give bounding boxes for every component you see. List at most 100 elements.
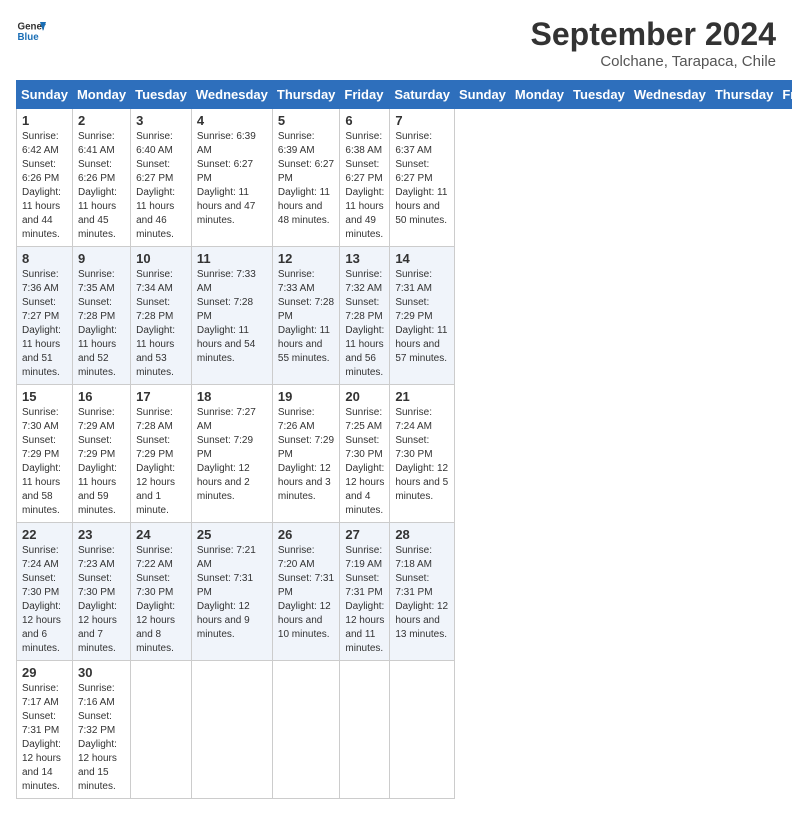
cell-content: Sunrise: 7:25 AM Sunset: 7:30 PM Dayligh… xyxy=(345,406,384,518)
cell-content: Sunrise: 7:20 AM Sunset: 7:31 PM Dayligh… xyxy=(278,544,335,642)
calendar-cell: 29 Sunrise: 7:17 AM Sunset: 7:31 PM Dayl… xyxy=(17,661,73,799)
day-number: 4 xyxy=(197,113,267,128)
cell-content: Sunrise: 6:40 AM Sunset: 6:27 PM Dayligh… xyxy=(136,130,186,242)
day-number: 8 xyxy=(22,251,67,266)
day-number: 29 xyxy=(22,665,67,680)
calendar-cell: 24 Sunrise: 7:22 AM Sunset: 7:30 PM Dayl… xyxy=(131,523,192,661)
day-number: 13 xyxy=(345,251,384,266)
calendar-cell: 22 Sunrise: 7:24 AM Sunset: 7:30 PM Dayl… xyxy=(17,523,73,661)
calendar-cell: 13 Sunrise: 7:32 AM Sunset: 7:28 PM Dayl… xyxy=(340,247,390,385)
day-number: 7 xyxy=(395,113,449,128)
cell-content: Sunrise: 7:34 AM Sunset: 7:28 PM Dayligh… xyxy=(136,268,186,380)
calendar-cell xyxy=(131,661,192,799)
day-number: 18 xyxy=(197,389,267,404)
cell-content: Sunrise: 6:41 AM Sunset: 6:26 PM Dayligh… xyxy=(78,130,125,242)
cell-content: Sunrise: 6:37 AM Sunset: 6:27 PM Dayligh… xyxy=(395,130,449,228)
day-number: 12 xyxy=(278,251,335,266)
col-header-wednesday: Wednesday xyxy=(629,81,710,109)
calendar-cell: 3 Sunrise: 6:40 AM Sunset: 6:27 PM Dayli… xyxy=(131,109,192,247)
cell-content: Sunrise: 7:19 AM Sunset: 7:31 PM Dayligh… xyxy=(345,544,384,656)
calendar-week-4: 22 Sunrise: 7:24 AM Sunset: 7:30 PM Dayl… xyxy=(17,523,792,661)
title-block: September 2024 Colchane, Tarapaca, Chile xyxy=(531,16,776,70)
day-number: 1 xyxy=(22,113,67,128)
col-header-monday: Monday xyxy=(510,81,568,109)
cell-content: Sunrise: 7:23 AM Sunset: 7:30 PM Dayligh… xyxy=(78,544,125,656)
day-number: 17 xyxy=(136,389,186,404)
header-saturday: Saturday xyxy=(390,81,455,109)
cell-content: Sunrise: 6:39 AM Sunset: 6:27 PM Dayligh… xyxy=(197,130,267,228)
day-number: 20 xyxy=(345,389,384,404)
calendar-cell: 18 Sunrise: 7:27 AM Sunset: 7:29 PM Dayl… xyxy=(191,385,272,523)
cell-content: Sunrise: 7:29 AM Sunset: 7:29 PM Dayligh… xyxy=(78,406,125,518)
calendar-cell xyxy=(390,661,455,799)
calendar-cell: 27 Sunrise: 7:19 AM Sunset: 7:31 PM Dayl… xyxy=(340,523,390,661)
cell-content: Sunrise: 7:26 AM Sunset: 7:29 PM Dayligh… xyxy=(278,406,335,504)
day-number: 10 xyxy=(136,251,186,266)
header-thursday: Thursday xyxy=(272,81,340,109)
calendar-cell: 28 Sunrise: 7:18 AM Sunset: 7:31 PM Dayl… xyxy=(390,523,455,661)
calendar-cell: 6 Sunrise: 6:38 AM Sunset: 6:27 PM Dayli… xyxy=(340,109,390,247)
day-number: 22 xyxy=(22,527,67,542)
cell-content: Sunrise: 7:24 AM Sunset: 7:30 PM Dayligh… xyxy=(22,544,67,656)
calendar-cell: 11 Sunrise: 7:33 AM Sunset: 7:28 PM Dayl… xyxy=(191,247,272,385)
day-number: 23 xyxy=(78,527,125,542)
col-header-friday: Friday xyxy=(778,81,792,109)
calendar-cell: 5 Sunrise: 6:39 AM Sunset: 6:27 PM Dayli… xyxy=(272,109,340,247)
calendar-cell xyxy=(340,661,390,799)
cell-content: Sunrise: 7:27 AM Sunset: 7:29 PM Dayligh… xyxy=(197,406,267,504)
day-number: 21 xyxy=(395,389,449,404)
calendar-cell: 16 Sunrise: 7:29 AM Sunset: 7:29 PM Dayl… xyxy=(72,385,130,523)
cell-content: Sunrise: 7:33 AM Sunset: 7:28 PM Dayligh… xyxy=(197,268,267,366)
col-header-tuesday: Tuesday xyxy=(569,81,630,109)
day-number: 5 xyxy=(278,113,335,128)
calendar-cell: 17 Sunrise: 7:28 AM Sunset: 7:29 PM Dayl… xyxy=(131,385,192,523)
calendar-cell: 7 Sunrise: 6:37 AM Sunset: 6:27 PM Dayli… xyxy=(390,109,455,247)
cell-content: Sunrise: 7:36 AM Sunset: 7:27 PM Dayligh… xyxy=(22,268,67,380)
cell-content: Sunrise: 7:28 AM Sunset: 7:29 PM Dayligh… xyxy=(136,406,186,518)
calendar-cell: 9 Sunrise: 7:35 AM Sunset: 7:28 PM Dayli… xyxy=(72,247,130,385)
calendar-cell: 15 Sunrise: 7:30 AM Sunset: 7:29 PM Dayl… xyxy=(17,385,73,523)
day-number: 2 xyxy=(78,113,125,128)
calendar-cell: 12 Sunrise: 7:33 AM Sunset: 7:28 PM Dayl… xyxy=(272,247,340,385)
col-header-sunday: Sunday xyxy=(454,81,510,109)
page-header: General Blue September 2024 Colchane, Ta… xyxy=(16,16,776,70)
header-sunday: Sunday xyxy=(17,81,73,109)
cell-content: Sunrise: 7:32 AM Sunset: 7:28 PM Dayligh… xyxy=(345,268,384,380)
calendar-cell: 20 Sunrise: 7:25 AM Sunset: 7:30 PM Dayl… xyxy=(340,385,390,523)
calendar-week-5: 29 Sunrise: 7:17 AM Sunset: 7:31 PM Dayl… xyxy=(17,661,792,799)
cell-content: Sunrise: 7:16 AM Sunset: 7:32 PM Dayligh… xyxy=(78,682,125,794)
month-title: September 2024 xyxy=(531,16,776,53)
day-number: 26 xyxy=(278,527,335,542)
calendar-cell: 4 Sunrise: 6:39 AM Sunset: 6:27 PM Dayli… xyxy=(191,109,272,247)
day-number: 6 xyxy=(345,113,384,128)
cell-content: Sunrise: 7:35 AM Sunset: 7:28 PM Dayligh… xyxy=(78,268,125,380)
calendar-cell: 25 Sunrise: 7:21 AM Sunset: 7:31 PM Dayl… xyxy=(191,523,272,661)
day-number: 14 xyxy=(395,251,449,266)
cell-content: Sunrise: 6:38 AM Sunset: 6:27 PM Dayligh… xyxy=(345,130,384,242)
svg-text:Blue: Blue xyxy=(18,32,40,43)
calendar-cell: 19 Sunrise: 7:26 AM Sunset: 7:29 PM Dayl… xyxy=(272,385,340,523)
cell-content: Sunrise: 7:21 AM Sunset: 7:31 PM Dayligh… xyxy=(197,544,267,642)
calendar-header-row: SundayMondayTuesdayWednesdayThursdayFrid… xyxy=(17,81,792,109)
logo: General Blue xyxy=(16,16,46,46)
day-number: 11 xyxy=(197,251,267,266)
calendar-week-3: 15 Sunrise: 7:30 AM Sunset: 7:29 PM Dayl… xyxy=(17,385,792,523)
cell-content: Sunrise: 7:17 AM Sunset: 7:31 PM Dayligh… xyxy=(22,682,67,794)
calendar-cell: 2 Sunrise: 6:41 AM Sunset: 6:26 PM Dayli… xyxy=(72,109,130,247)
header-wednesday: Wednesday xyxy=(191,81,272,109)
header-monday: Monday xyxy=(72,81,130,109)
day-number: 9 xyxy=(78,251,125,266)
calendar-cell: 30 Sunrise: 7:16 AM Sunset: 7:32 PM Dayl… xyxy=(72,661,130,799)
cell-content: Sunrise: 6:42 AM Sunset: 6:26 PM Dayligh… xyxy=(22,130,67,242)
day-number: 27 xyxy=(345,527,384,542)
day-number: 3 xyxy=(136,113,186,128)
day-number: 30 xyxy=(78,665,125,680)
calendar-cell: 1 Sunrise: 6:42 AM Sunset: 6:26 PM Dayli… xyxy=(17,109,73,247)
day-number: 28 xyxy=(395,527,449,542)
cell-content: Sunrise: 7:18 AM Sunset: 7:31 PM Dayligh… xyxy=(395,544,449,642)
location: Colchane, Tarapaca, Chile xyxy=(531,53,776,70)
calendar-cell: 23 Sunrise: 7:23 AM Sunset: 7:30 PM Dayl… xyxy=(72,523,130,661)
calendar-cell: 26 Sunrise: 7:20 AM Sunset: 7:31 PM Dayl… xyxy=(272,523,340,661)
calendar-cell: 10 Sunrise: 7:34 AM Sunset: 7:28 PM Dayl… xyxy=(131,247,192,385)
cell-content: Sunrise: 7:24 AM Sunset: 7:30 PM Dayligh… xyxy=(395,406,449,504)
